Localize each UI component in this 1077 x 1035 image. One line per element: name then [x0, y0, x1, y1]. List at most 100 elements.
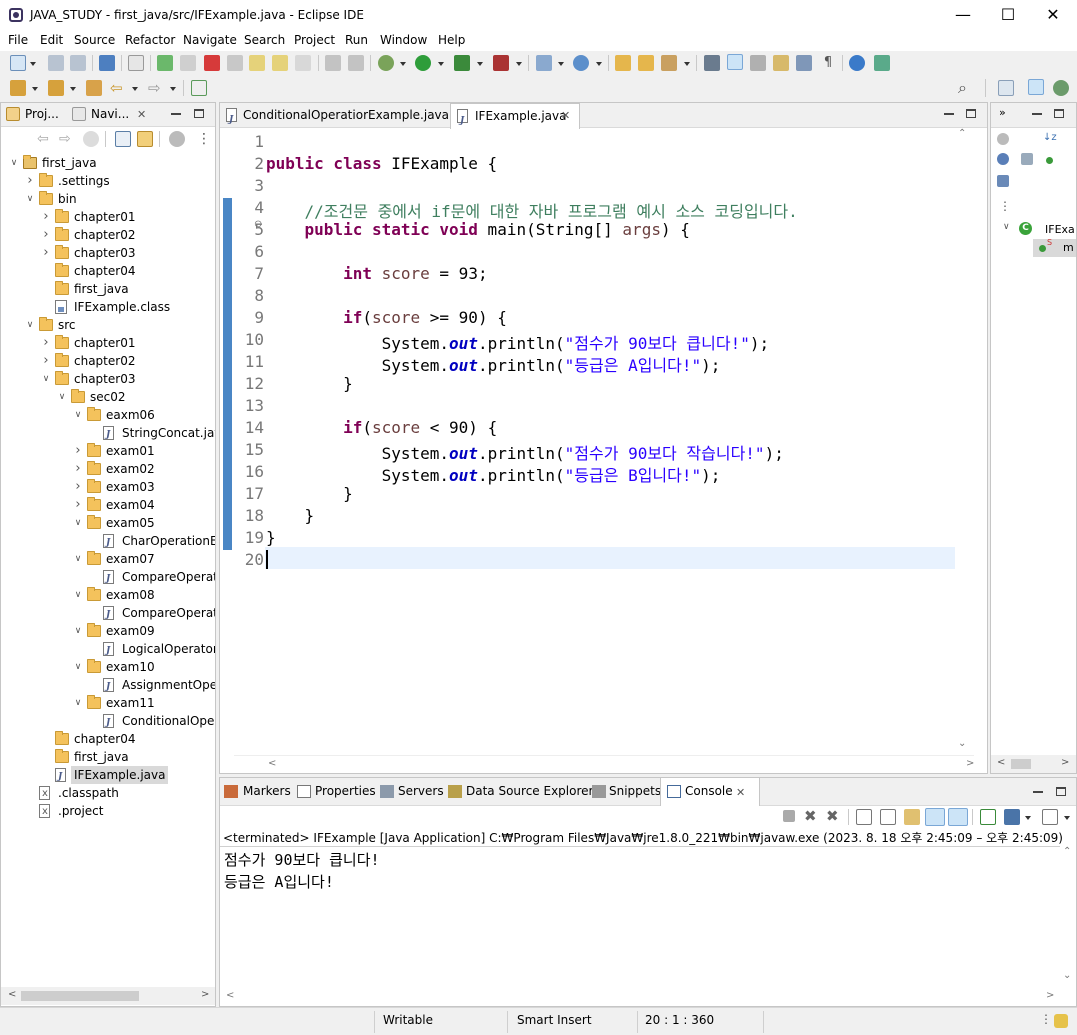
chevron-up-icon[interactable]: ⌃ [1063, 846, 1071, 857]
chevron-down-icon[interactable] [400, 62, 406, 66]
menu-file[interactable]: File [8, 33, 28, 47]
debug-icon[interactable] [378, 55, 394, 71]
chevron-down-icon[interactable]: ∨ [25, 316, 35, 334]
close-icon[interactable]: ✕ [137, 108, 146, 121]
chevron-right-icon[interactable]: > [1061, 757, 1069, 768]
open-task-icon[interactable] [638, 55, 654, 71]
clear-console-icon[interactable] [856, 809, 872, 825]
maximize-icon[interactable] [1056, 787, 1066, 796]
status-cursor-position[interactable]: 20 : 1 : 360 [645, 1013, 714, 1027]
view-list-icon[interactable]: » [999, 106, 1006, 119]
step-over-icon[interactable] [272, 55, 288, 71]
chevron-right-icon[interactable]: › [41, 208, 51, 226]
scrollbar-thumb[interactable] [1011, 759, 1031, 769]
tree-item[interactable]: IFExample.class [1, 298, 215, 316]
tree-item[interactable]: .project [1, 802, 215, 821]
tree-item[interactable]: ∨ exam05 [1, 514, 215, 532]
tab-console[interactable]: Console [685, 784, 733, 798]
scrollbar-thumb[interactable] [21, 991, 139, 1001]
tree-item[interactable]: ∨ sec02 [1, 388, 215, 406]
tree-item[interactable]: ConditionalOper [1, 712, 215, 732]
chevron-left-icon[interactable]: < [8, 989, 16, 1000]
chevron-down-icon[interactable] [30, 62, 36, 66]
block-selection-icon[interactable] [750, 55, 766, 71]
remove-all-icon[interactable]: ✖ [826, 807, 839, 825]
chevron-down-icon[interactable]: ∨ [73, 658, 83, 676]
maximize-button[interactable]: ☐ [985, 0, 1031, 30]
tree-item[interactable]: ∨ exam07 [1, 550, 215, 568]
menu-edit[interactable]: Edit [40, 33, 63, 47]
chevron-right-icon[interactable]: › [41, 226, 51, 244]
chevron-left-icon[interactable]: < [268, 758, 276, 769]
disconnect-icon[interactable] [227, 55, 243, 71]
tree-item[interactable]: LogicalOperator. [1, 640, 215, 660]
tree-item[interactable]: chapter04 [1, 730, 215, 748]
tab-servers[interactable]: Servers [398, 784, 444, 798]
menu-search[interactable]: Search [244, 33, 285, 47]
chevron-right-icon[interactable]: › [25, 172, 35, 190]
tree-item[interactable]: › exam01 [1, 442, 215, 460]
terminate-icon[interactable] [783, 810, 795, 822]
pin-editor-icon[interactable] [191, 80, 207, 96]
step-into-icon[interactable] [249, 55, 265, 71]
chevron-down-icon[interactable]: ∨ [73, 406, 83, 424]
chevron-right-icon[interactable]: › [41, 352, 51, 370]
mark-occurrences-icon[interactable] [727, 54, 743, 70]
chevron-down-icon[interactable] [70, 87, 76, 91]
collapse-all-icon[interactable] [115, 131, 131, 147]
chevron-up-icon[interactable]: ⌃ [958, 128, 966, 139]
tab-ifexample[interactable]: IFExample.java ✕ [450, 103, 580, 133]
show-on-stderr-icon[interactable] [948, 808, 968, 826]
back-arrow-icon[interactable]: ⇦ [110, 80, 126, 96]
next-annotation-icon[interactable] [10, 80, 26, 96]
chevron-down-icon[interactable]: ∨ [57, 388, 67, 406]
chevron-right-icon[interactable]: › [41, 334, 51, 352]
toggle-breadcrumb-icon[interactable] [704, 55, 720, 71]
console-output[interactable]: 점수가 90보다 큽니다! 등급은 A입니다! [220, 846, 1060, 988]
chevron-down-icon[interactable] [32, 87, 38, 91]
previous-annotation-icon[interactable] [48, 80, 64, 96]
menu-help[interactable]: Help [438, 33, 465, 47]
run-icon[interactable] [415, 55, 431, 71]
resume-icon[interactable] [157, 55, 173, 71]
tree-item[interactable]: › chapter03 [1, 244, 215, 262]
external-tools-icon[interactable] [493, 55, 509, 71]
globe-icon[interactable] [849, 55, 865, 71]
chevron-down-icon[interactable]: ∨ [1003, 222, 1010, 232]
chevron-down-icon[interactable]: ∨ [41, 370, 51, 388]
chevron-right-icon[interactable]: › [41, 244, 51, 262]
display-selected-console-icon[interactable] [1004, 809, 1020, 825]
terminal-icon[interactable] [99, 55, 115, 71]
tree-item[interactable]: ∨ chapter03 [1, 370, 215, 388]
tree-item[interactable]: ∨ exam11 [1, 694, 215, 712]
tree-item[interactable]: › chapter02 [1, 226, 215, 244]
overview-ruler[interactable] [972, 128, 986, 773]
chevron-down-icon[interactable]: ∨ [73, 694, 83, 712]
tab-project-explorer[interactable]: Proj... [25, 107, 59, 121]
last-edit-location-icon[interactable] [86, 80, 102, 96]
maximize-icon[interactable] [194, 109, 204, 118]
pilcrow-icon[interactable]: ¶ [820, 55, 836, 71]
tab-data-source-explorer[interactable]: Data Source Explorer [466, 784, 593, 798]
hide-nonpublic-icon[interactable] [1046, 157, 1053, 164]
chevron-left-icon[interactable]: < [226, 990, 234, 1001]
chevron-down-icon[interactable] [558, 62, 564, 66]
chevron-right-icon[interactable]: > [1046, 990, 1054, 1001]
chevron-down-icon[interactable] [516, 62, 522, 66]
tree-item[interactable]: .classpath [1, 784, 215, 803]
tree-item[interactable]: ∨ eaxm06 [1, 406, 215, 424]
chevron-right-icon[interactable]: › [73, 442, 83, 460]
view-menu-icon[interactable]: ⋮ [1040, 1012, 1052, 1026]
status-insert-mode[interactable]: Smart Insert [517, 1013, 592, 1027]
back-arrow-icon[interactable]: ⇦ [37, 131, 53, 147]
chevron-down-icon[interactable] [1025, 816, 1031, 820]
chevron-down-icon[interactable]: ∨ [73, 622, 83, 640]
chevron-down-icon[interactable] [132, 87, 138, 91]
horizontal-scrollbar[interactable]: < > [234, 755, 974, 773]
chevron-down-icon[interactable] [1064, 816, 1070, 820]
chevron-down-icon[interactable] [438, 62, 444, 66]
chevron-down-icon[interactable]: ∨ [25, 190, 35, 208]
debug-perspective-icon[interactable] [1053, 80, 1069, 96]
hide-static-icon[interactable] [1021, 153, 1033, 165]
hide-local-types-icon[interactable] [997, 175, 1009, 187]
